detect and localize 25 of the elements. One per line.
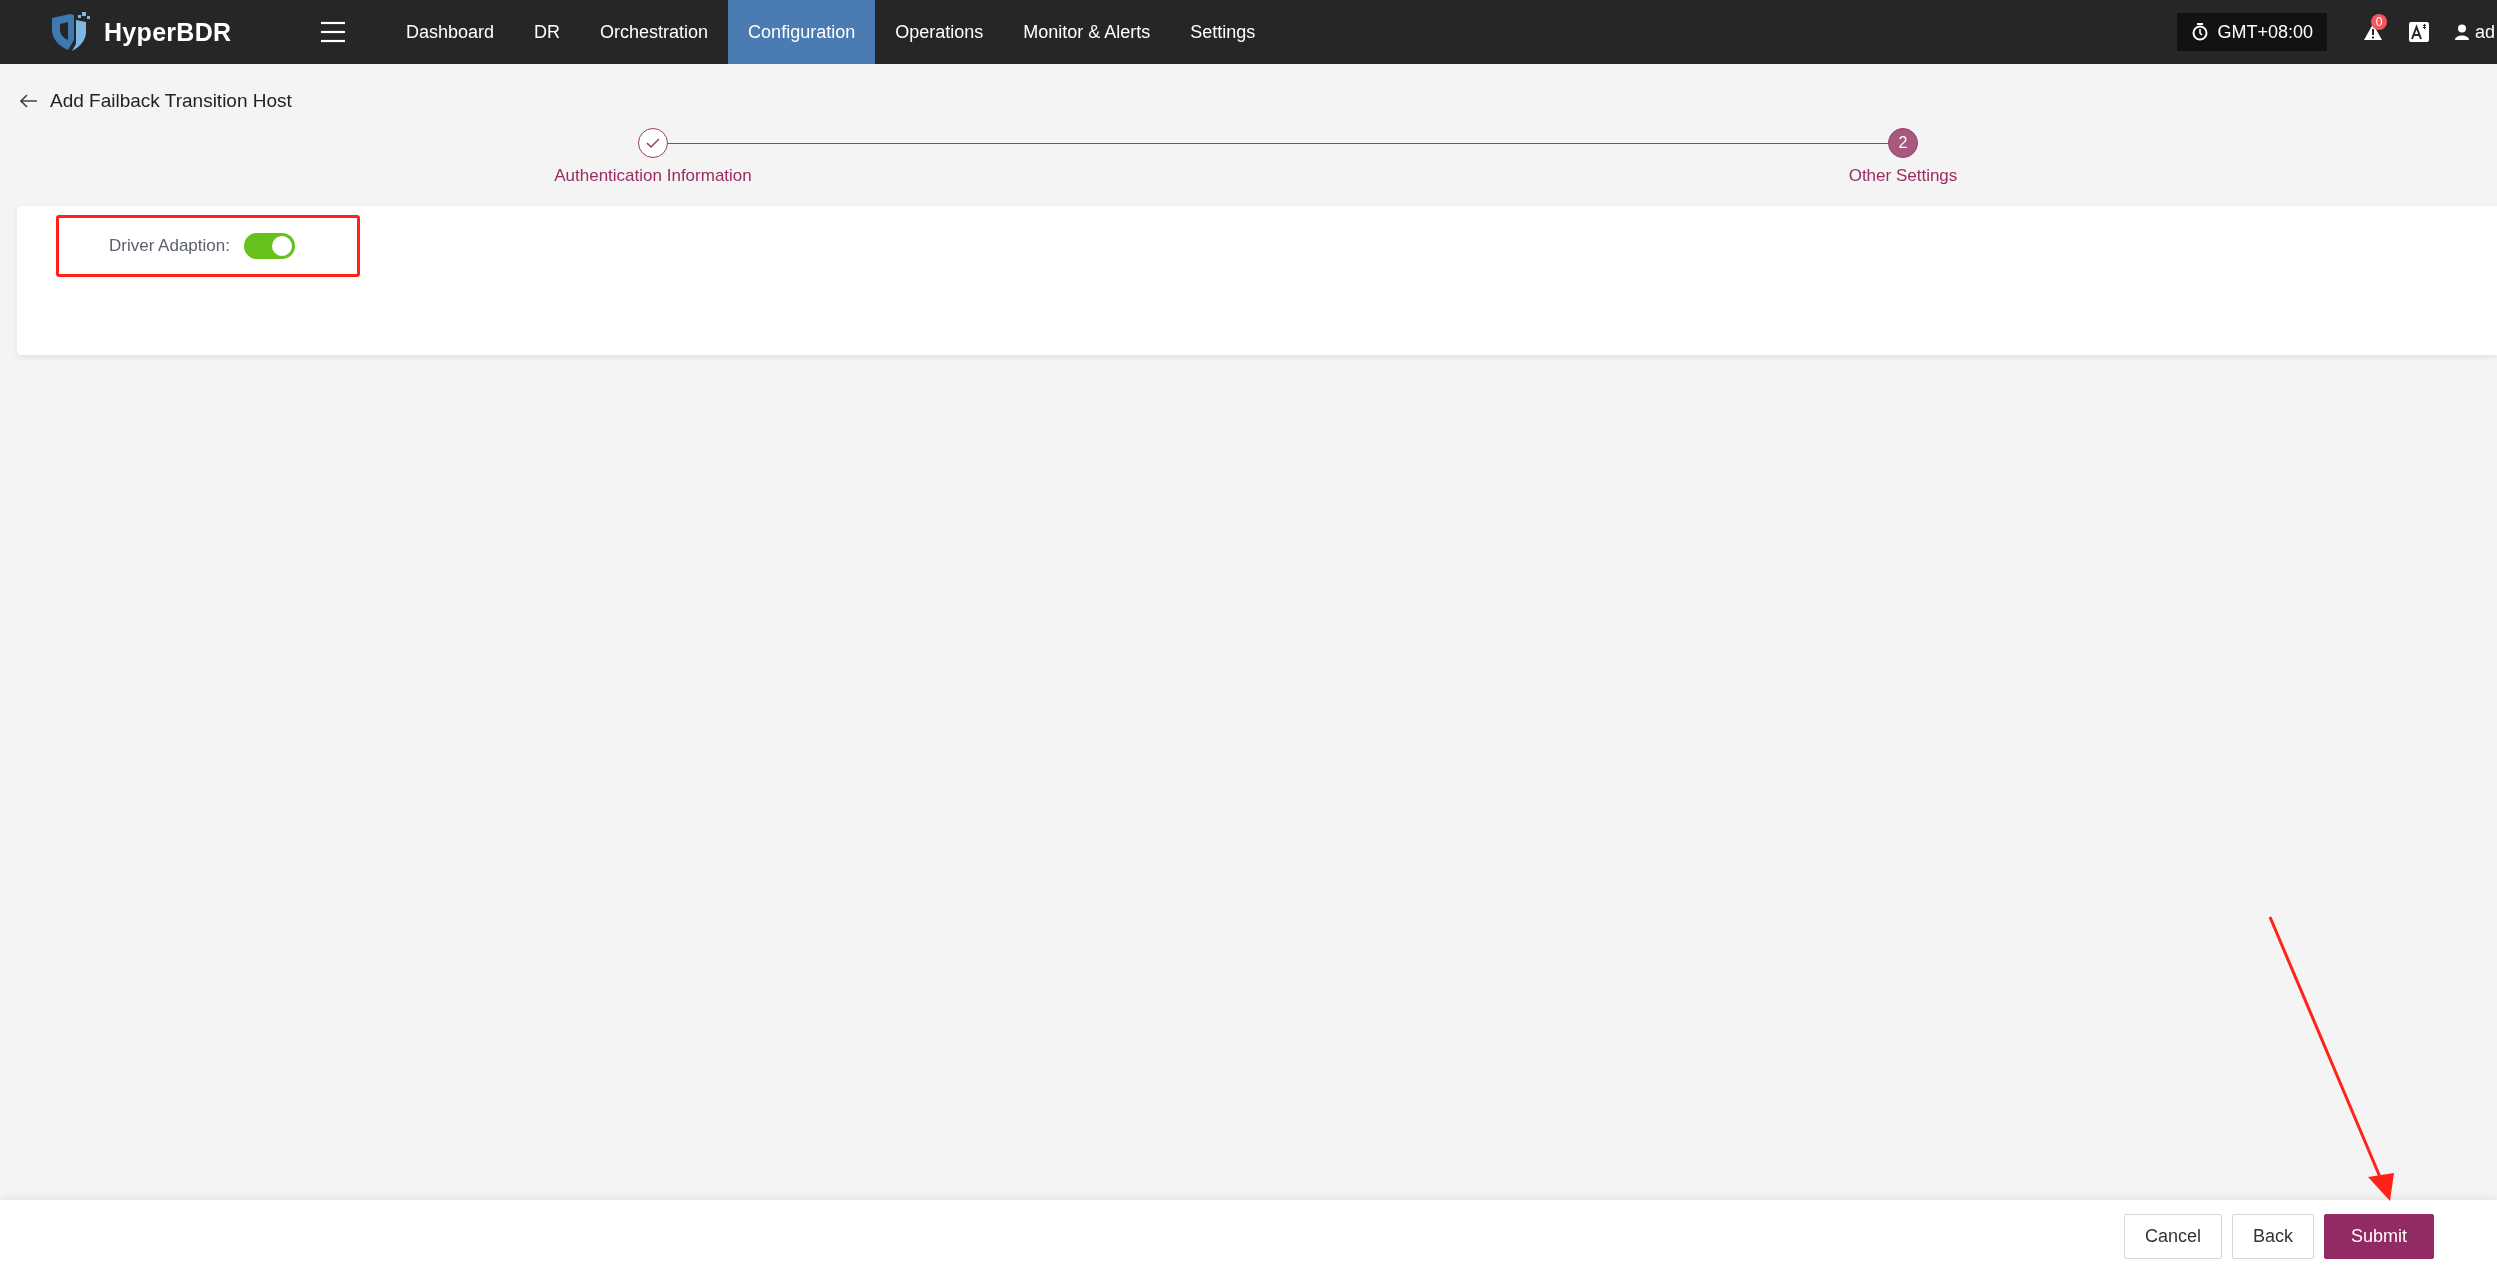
page-title: Add Failback Transition Host (50, 90, 292, 112)
footer-button[interactable]: Cancel (2123, 1213, 2222, 1259)
footer-button[interactable]: Back (2231, 1213, 2314, 1259)
check-icon (646, 137, 660, 149)
user-menu[interactable]: ad (2454, 21, 2497, 43)
nav-tab[interactable]: Monitor & Alerts (1003, 0, 1171, 64)
user-icon (2454, 24, 2469, 40)
step-label: Authentication Information (553, 166, 753, 186)
nav-tab[interactable]: Operations (875, 0, 1004, 64)
timezone-button[interactable]: GMT+08:00 (2177, 13, 2327, 51)
submit-button[interactable]: Submit (2323, 1213, 2434, 1259)
alert-count-badge: 0 (2370, 14, 2387, 30)
back-arrow-icon[interactable] (20, 94, 38, 108)
driver-adaption-toggle[interactable] (243, 233, 295, 259)
language-icon[interactable] (2408, 22, 2429, 42)
brand-name: HyperBDR (104, 17, 232, 47)
step-indicator: 2 (1888, 128, 1918, 158)
step-label: Other Settings (1847, 166, 1959, 186)
nav-tab[interactable]: Configuration (728, 0, 876, 64)
nav-tab[interactable]: Orchestration (580, 0, 729, 64)
nav-tab[interactable]: DR (514, 0, 581, 64)
nav-tab[interactable]: Settings (1170, 0, 1276, 64)
field-label: Driver Adaption: (109, 236, 230, 256)
nav-tab[interactable]: Dashboard (386, 0, 515, 64)
timer-icon (2191, 23, 2210, 41)
